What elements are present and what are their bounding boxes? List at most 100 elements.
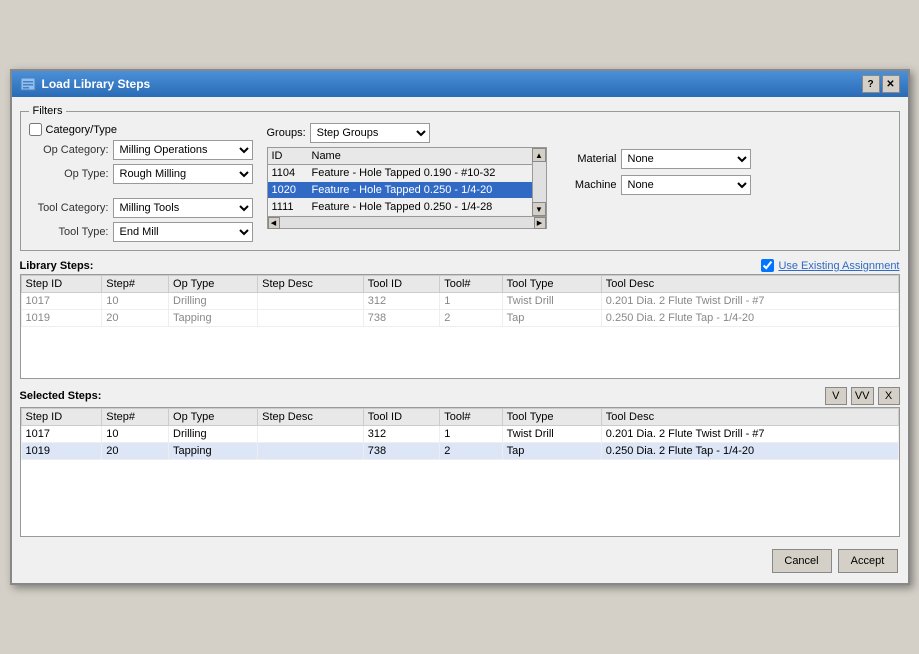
lib-step-desc-2 [258, 310, 364, 327]
filters-legend: Filters [29, 105, 67, 117]
groups-select[interactable]: Step Groups [310, 123, 430, 143]
sel-tool-desc-2: 0.250 Dia. 2 Flute Tap - 1/4-20 [601, 443, 898, 460]
scroll-left-arrow[interactable]: ◀ [268, 217, 280, 229]
dialog-body: Filters Category/Type Op Category: Milli… [12, 97, 908, 583]
category-type-checkbox[interactable] [29, 123, 42, 136]
dialog-title: Load Library Steps [42, 77, 151, 91]
sel-step-desc-2 [258, 443, 364, 460]
group-row-1020[interactable]: 1020 Feature - Hole Tapped 0.250 - 1/4-2… [268, 182, 532, 199]
library-steps-table: Step ID Step# Op Type Step Desc Tool ID … [21, 275, 899, 327]
dialog-icon [20, 76, 36, 92]
use-existing-checkbox[interactable] [761, 259, 774, 272]
selected-steps-table: Step ID Step# Op Type Step Desc Tool ID … [21, 408, 899, 460]
library-steps-tbody: 1017 10 Drilling 312 1 Twist Drill 0.201… [21, 293, 898, 327]
title-bar: Load Library Steps ? ✕ [12, 71, 908, 97]
tool-category-select[interactable]: Milling Tools [113, 198, 253, 218]
op-type-row: Op Type: Rough Milling [29, 164, 259, 184]
lib-op-type-2: Tapping [169, 310, 258, 327]
sel-step-id-1: 1017 [21, 426, 102, 443]
machine-row: Machine None [565, 175, 751, 195]
scroll-down-arrow[interactable]: ▼ [532, 202, 546, 216]
lib-tool-num-2: 2 [440, 310, 502, 327]
remove-button[interactable]: X [878, 387, 900, 405]
lib-tool-type-1: Twist Drill [502, 293, 601, 310]
filters-group: Filters Category/Type Op Category: Milli… [20, 105, 900, 251]
sel-tool-id-1: 312 [363, 426, 439, 443]
sel-step-row-2[interactable]: 1019 20 Tapping 738 2 Tap 0.250 Dia. 2 F… [21, 443, 898, 460]
sel-tool-desc-1: 0.201 Dia. 2 Flute Twist Drill - #7 [601, 426, 898, 443]
filters-left: Category/Type Op Category: Milling Opera… [29, 123, 259, 242]
sel-col-op-type: Op Type [169, 409, 258, 426]
tool-type-row: Tool Type: End Mill [29, 222, 259, 242]
machine-select[interactable]: None [621, 175, 751, 195]
category-type-row: Category/Type [29, 123, 259, 136]
col-tool-num: Tool# [440, 276, 502, 293]
sel-col-step-id: Step ID [21, 409, 102, 426]
sel-tool-id-2: 738 [363, 443, 439, 460]
move-down-button[interactable]: V [825, 387, 847, 405]
scroll-up-arrow[interactable]: ▲ [532, 148, 546, 162]
col-tool-desc: Tool Desc [601, 276, 898, 293]
sel-step-id-2: 1019 [21, 443, 102, 460]
filters-inner: Category/Type Op Category: Milling Opera… [29, 123, 891, 242]
group-row-1111[interactable]: 1111 Feature - Hole Tapped 0.250 - 1/4-2… [268, 199, 532, 216]
sel-tool-num-1: 1 [440, 426, 502, 443]
category-type-label: Category/Type [46, 124, 118, 136]
selected-steps-thead: Step ID Step# Op Type Step Desc Tool ID … [21, 409, 898, 426]
lib-tool-type-2: Tap [502, 310, 601, 327]
machine-label: Machine [565, 179, 617, 191]
lib-tool-num-1: 1 [440, 293, 502, 310]
lib-step-id-2: 1019 [21, 310, 102, 327]
vertical-scrollbar: ▲ ▼ [532, 148, 546, 216]
sel-op-type-1: Drilling [169, 426, 258, 443]
selected-steps-header-row: Step ID Step# Op Type Step Desc Tool ID … [21, 409, 898, 426]
selected-steps-tbody: 1017 10 Drilling 312 1 Twist Drill 0.201… [21, 426, 898, 460]
groups-label: Groups: [267, 127, 306, 139]
title-bar-left: Load Library Steps [20, 76, 151, 92]
sel-col-tool-id: Tool ID [363, 409, 439, 426]
library-steps-header: Library Steps: Use Existing Assignment [20, 259, 900, 272]
lib-step-row-2[interactable]: 1019 20 Tapping 738 2 Tap 0.250 Dia. 2 F… [21, 310, 898, 327]
sel-op-type-2: Tapping [169, 443, 258, 460]
sel-col-tool-type: Tool Type [502, 409, 601, 426]
lib-tool-desc-2: 0.250 Dia. 2 Flute Tap - 1/4-20 [601, 310, 898, 327]
op-category-select[interactable]: Milling Operations [113, 140, 253, 160]
library-steps-thead: Step ID Step# Op Type Step Desc Tool ID … [21, 276, 898, 293]
op-type-label: Op Type: [29, 168, 109, 180]
tool-type-select[interactable]: End Mill [113, 222, 253, 242]
col-op-type: Op Type [169, 276, 258, 293]
col-step-id: Step ID [21, 276, 102, 293]
tool-category-label: Tool Category: [29, 202, 109, 214]
sel-step-row-1[interactable]: 1017 10 Drilling 312 1 Twist Drill 0.201… [21, 426, 898, 443]
lib-op-type-1: Drilling [169, 293, 258, 310]
move-all-down-button[interactable]: VV [851, 387, 874, 405]
sel-step-num-1: 10 [102, 426, 169, 443]
filters-center: Groups: Step Groups ID [267, 123, 547, 229]
sel-tool-num-2: 2 [440, 443, 502, 460]
help-button[interactable]: ? [862, 75, 880, 93]
col-step-desc: Step Desc [258, 276, 364, 293]
close-button[interactable]: ✕ [882, 75, 900, 93]
cancel-button[interactable]: Cancel [772, 549, 832, 573]
group-row-1104[interactable]: 1104 Feature - Hole Tapped 0.190 - #10-3… [268, 165, 532, 182]
selected-steps-area: Selected Steps: V VV X Step ID Step# Op … [20, 387, 900, 537]
op-category-row: Op Category: Milling Operations [29, 140, 259, 160]
col-step-num: Step# [102, 276, 169, 293]
use-existing-label[interactable]: Use Existing Assignment [778, 260, 899, 272]
col-name: Name [308, 148, 532, 165]
scroll-right-arrow[interactable]: ▶ [534, 217, 546, 229]
lib-tool-id-1: 312 [363, 293, 439, 310]
op-category-label: Op Category: [29, 144, 109, 156]
col-tool-type: Tool Type [502, 276, 601, 293]
lib-step-num-1: 10 [102, 293, 169, 310]
material-select[interactable]: None [621, 149, 751, 169]
title-buttons: ? ✕ [862, 75, 900, 93]
library-steps-header-row: Step ID Step# Op Type Step Desc Tool ID … [21, 276, 898, 293]
sel-col-tool-desc: Tool Desc [601, 409, 898, 426]
accept-button[interactable]: Accept [838, 549, 898, 573]
material-row: Material None [565, 149, 751, 169]
material-label: Material [565, 153, 617, 165]
op-type-select[interactable]: Rough Milling [113, 164, 253, 184]
lib-step-row-1[interactable]: 1017 10 Drilling 312 1 Twist Drill 0.201… [21, 293, 898, 310]
groups-list-inner: ID Name 1104 Feature - Hole Tapped 0.190… [268, 148, 532, 216]
